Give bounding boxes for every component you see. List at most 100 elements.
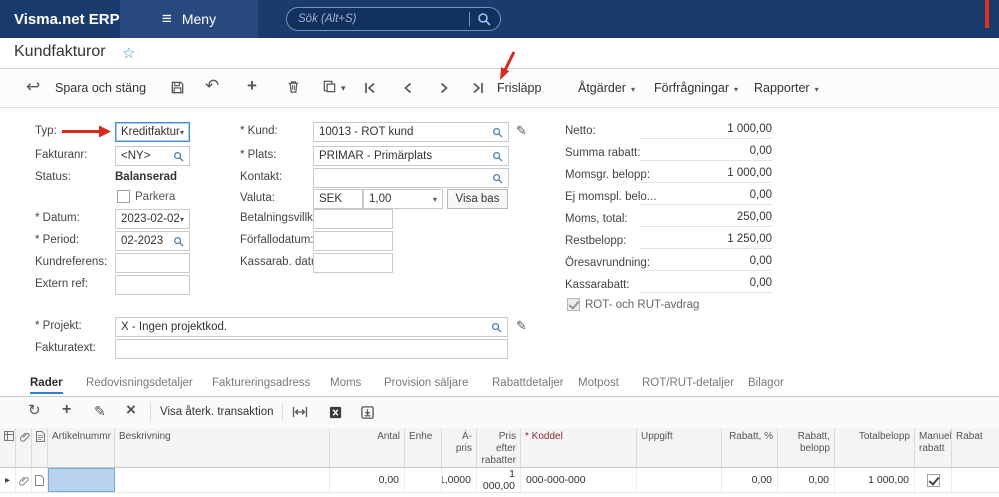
back-icon[interactable]: ↩ (26, 78, 40, 95)
row-expand-cell[interactable]: ▸ (0, 468, 16, 492)
global-search[interactable] (286, 7, 501, 31)
typ-select[interactable]: Kreditfaktura ▾ (115, 122, 190, 142)
add-row-icon[interactable]: + (62, 402, 71, 418)
tab-rader[interactable]: Rader (30, 377, 63, 394)
col-header-totalbelopp[interactable]: Totalbelopp (835, 428, 915, 467)
copy-paste-icon[interactable] (322, 79, 337, 94)
cell-artikelnummer[interactable] (48, 468, 115, 492)
fakturanr-field[interactable]: <NY> (115, 146, 190, 166)
visa-bas-button[interactable]: Visa bas (447, 189, 508, 209)
grid-settings-header-cell[interactable] (0, 428, 16, 467)
col-header-uppgift[interactable]: Uppgift (637, 428, 722, 467)
refresh-icon[interactable]: ↻ (28, 403, 41, 418)
inquiries-dropdown[interactable]: Förfrågningar ▾ (654, 81, 738, 95)
visa-aterk-transaktion-button[interactable]: Visa återk. transaktion (160, 406, 274, 418)
cell-antal[interactable]: 0,00 (330, 468, 405, 492)
col-header-a-pris[interactable]: Á-pris (442, 428, 477, 467)
cell-totalbelopp[interactable]: 1 000,00 (835, 468, 915, 492)
col-header-koddel[interactable]: * Koddel (521, 428, 637, 467)
lookup-icon[interactable] (491, 322, 502, 333)
edit-kund-icon[interactable]: ✎ (516, 123, 527, 139)
go-first-icon[interactable] (363, 81, 377, 95)
parkera-checkbox[interactable] (117, 190, 130, 203)
reports-dropdown[interactable]: Rapporter ▾ (754, 81, 819, 95)
cell-pris-efter-rabatter[interactable]: 1 000,00 (477, 468, 521, 492)
release-button[interactable]: Frisläpp (497, 81, 541, 95)
tab-rot-rut-detaljer[interactable]: ROT/RUT-detaljer (642, 377, 734, 389)
cell-rabatt-truncated[interactable] (952, 468, 999, 492)
calendar-dropdown-icon[interactable]: ▾ (180, 215, 184, 224)
go-next-icon[interactable] (437, 81, 451, 95)
projekt-field[interactable]: X - Ingen projektkod. (115, 317, 508, 337)
app-brand-menu[interactable]: Visma.net ERP ▾ (14, 0, 131, 38)
tab-motpost[interactable]: Motpost (578, 377, 619, 389)
tab-rabattdetaljer[interactable]: Rabattdetaljer (492, 377, 564, 389)
lookup-icon[interactable] (492, 173, 503, 184)
save-icon[interactable] (170, 80, 185, 95)
forfallodatum-field[interactable] (313, 231, 393, 251)
extern-ref-input[interactable] (121, 279, 184, 291)
kundreferens-input[interactable] (121, 257, 184, 269)
col-header-enhet[interactable]: Enhe (405, 428, 442, 467)
betalningsvillkor-input[interactable] (319, 213, 387, 225)
kund-field[interactable]: 10013 - ROT kund (313, 122, 509, 142)
save-and-close-button[interactable]: Spara och stäng (55, 81, 146, 95)
go-previous-icon[interactable] (401, 81, 415, 95)
cell-beskrivning[interactable] (115, 468, 330, 492)
edit-row-icon[interactable]: ✎ (94, 404, 106, 418)
search-input[interactable] (296, 12, 462, 26)
fakturatext-input[interactable] (121, 343, 502, 355)
fakturatext-field[interactable] (115, 339, 508, 359)
copy-paste-caret-icon[interactable]: ▾ (341, 84, 346, 93)
search-icon[interactable] (477, 12, 491, 26)
plats-field[interactable]: PRIMÄR - Primärplats (313, 146, 509, 166)
cell-manuell-rabatt[interactable] (915, 468, 952, 492)
cell-rabatt-belopp[interactable]: 0,00 (778, 468, 835, 492)
favorite-star-icon[interactable]: ☆ (122, 44, 135, 62)
go-last-icon[interactable] (471, 81, 485, 95)
actions-dropdown[interactable]: Åtgärder ▾ (578, 81, 635, 95)
kassarab-datum-field[interactable] (313, 253, 393, 273)
tab-bilagor[interactable]: Bilagor (748, 377, 784, 389)
cell-rabatt-pct[interactable]: 0,00 (722, 468, 778, 492)
lookup-icon[interactable] (173, 151, 184, 162)
lookup-icon[interactable] (492, 151, 503, 162)
forfallodatum-input[interactable] (319, 235, 387, 247)
main-menu-button[interactable]: ≡ Meny (120, 0, 258, 38)
col-header-rabatt-truncated[interactable]: Rabat (952, 428, 999, 467)
tab-redovisningsdetaljer[interactable]: Redovisningsdetaljer (86, 377, 193, 389)
cell-koddel[interactable]: 000-000-000 (521, 468, 637, 492)
add-record-icon[interactable]: + (247, 77, 257, 94)
row-attachment-cell[interactable] (16, 468, 32, 492)
export-excel-icon[interactable] (328, 405, 343, 420)
delete-row-icon[interactable]: × (126, 401, 136, 418)
col-header-rabatt-belopp[interactable]: Rabatt, belopp (778, 428, 835, 467)
lookup-icon[interactable] (173, 236, 184, 247)
tab-moms[interactable]: Moms (330, 377, 361, 389)
col-header-pris-efter-rabatter[interactable]: Pris efter rabatter (477, 428, 521, 467)
lookup-icon[interactable] (492, 127, 503, 138)
extern-ref-field[interactable] (115, 275, 190, 295)
cell-enhet[interactable] (405, 468, 442, 492)
manuell-rabatt-checkbox[interactable] (926, 473, 940, 487)
cell-uppgift[interactable] (637, 468, 722, 492)
kontakt-field[interactable] (313, 168, 509, 188)
valuta-currency-field[interactable]: SEK (313, 189, 363, 209)
row-note-cell[interactable] (32, 468, 48, 492)
kontakt-input[interactable] (319, 172, 492, 184)
period-field[interactable]: 02-2023 (115, 231, 190, 251)
fit-width-icon[interactable] (292, 405, 308, 419)
col-header-antal[interactable]: Antal (330, 428, 405, 467)
tab-provision-saljare[interactable]: Provision säljare (384, 377, 468, 389)
col-header-artikelnummer[interactable]: Artikelnummr (48, 428, 115, 467)
betalningsvillkor-field[interactable] (313, 209, 393, 229)
datum-field[interactable]: 2023-02-02 ▾ (115, 209, 190, 229)
col-header-manuell-rabatt[interactable]: Manuell rabatt (915, 428, 952, 467)
col-header-beskrivning[interactable]: Beskrivning (115, 428, 330, 467)
undo-icon[interactable]: ↶ (205, 77, 219, 94)
export-file-icon[interactable] (360, 405, 375, 420)
cell-a-pris[interactable]: 1,0000 (442, 468, 477, 492)
valuta-rate-field[interactable]: 1,00 ▾ (363, 189, 443, 209)
delete-icon[interactable] (286, 79, 301, 94)
col-header-rabatt-pct[interactable]: Rabatt, % (722, 428, 778, 467)
